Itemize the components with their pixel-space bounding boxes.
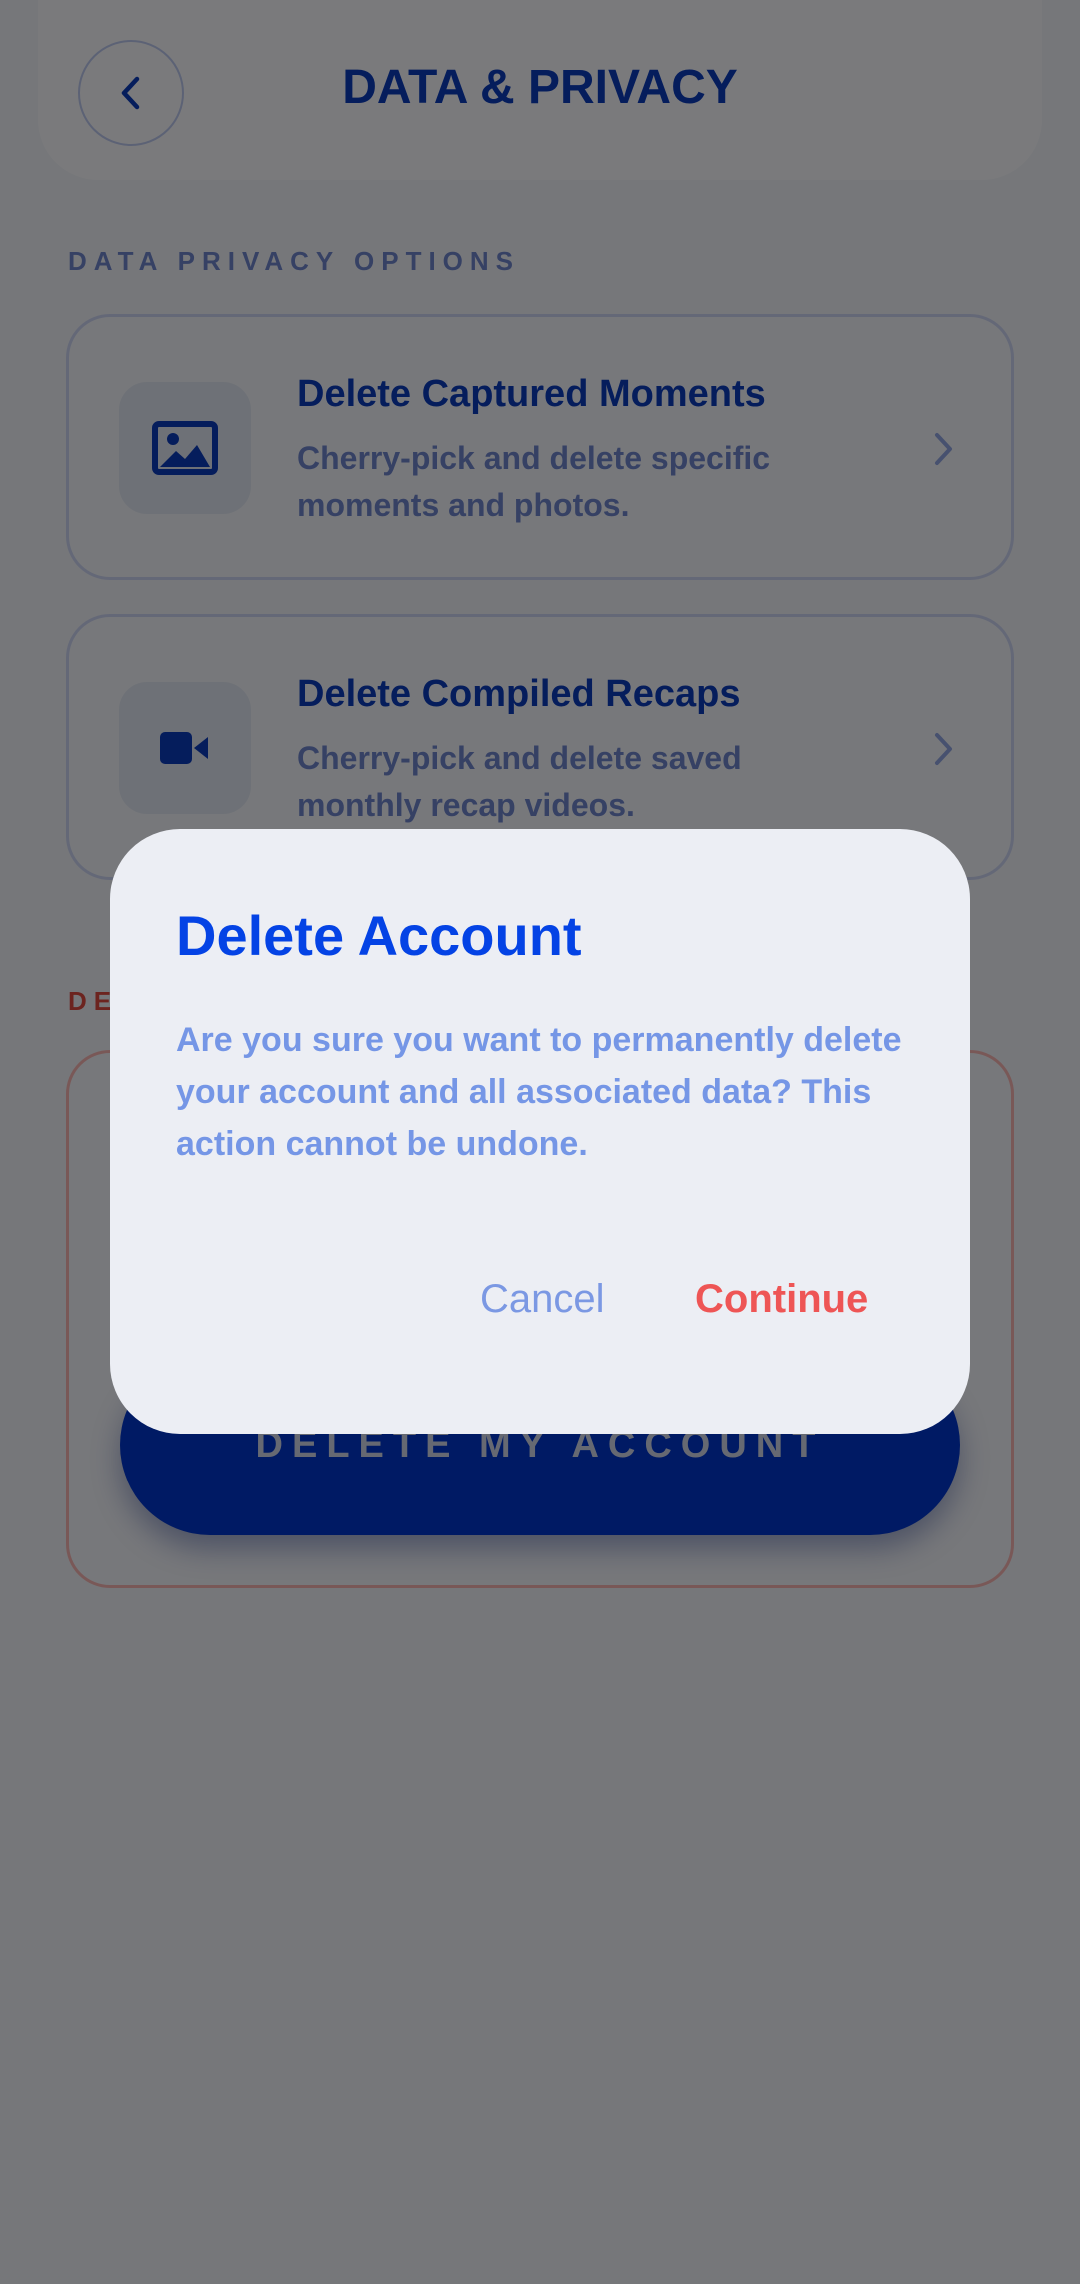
continue-button[interactable]: Continue xyxy=(695,1277,868,1322)
dialog-message: Are you sure you want to permanently del… xyxy=(176,1021,902,1163)
dialog-title: Delete Account xyxy=(176,904,582,967)
delete-account-dialog: Delete Account Are you sure you want to … xyxy=(110,829,970,1434)
cancel-button[interactable]: Cancel xyxy=(480,1277,605,1322)
